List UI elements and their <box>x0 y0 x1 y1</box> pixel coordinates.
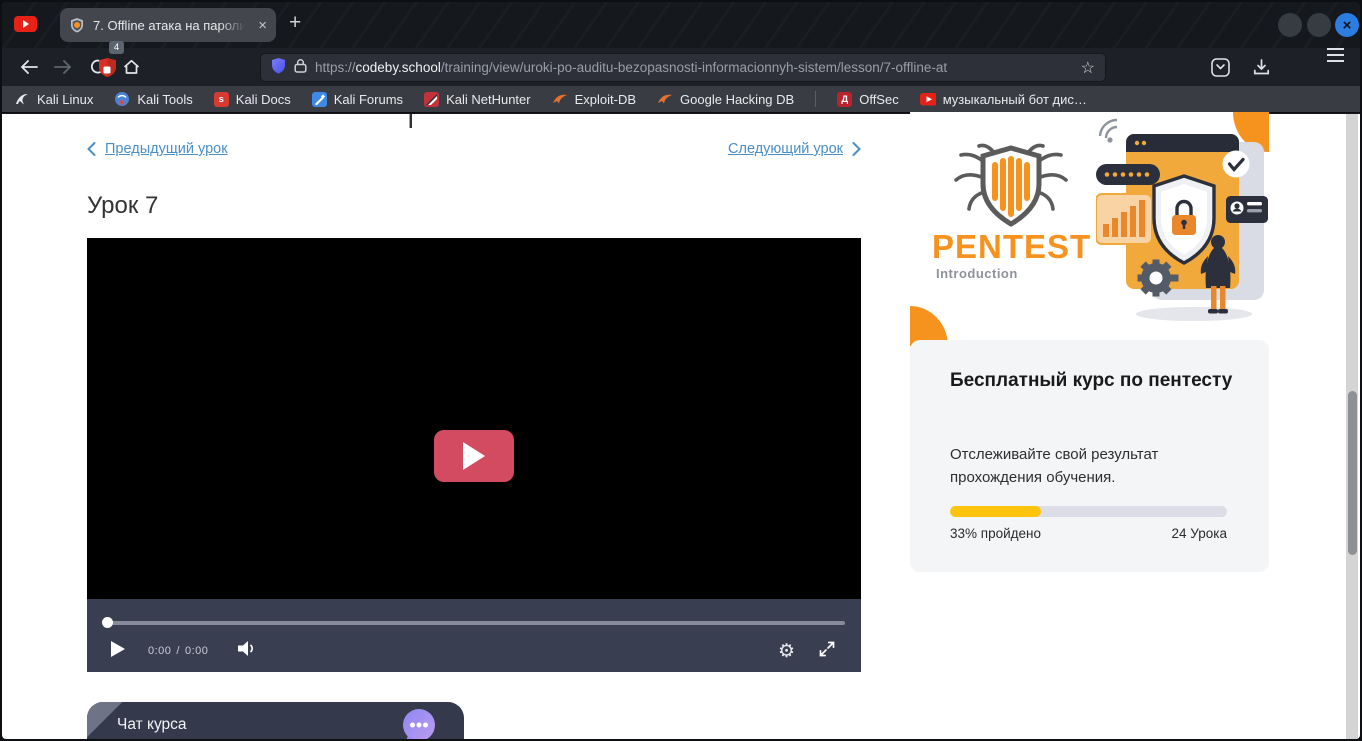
chevron-left-icon <box>87 142 96 156</box>
play-button[interactable] <box>111 641 125 662</box>
lesson-navigation: Предыдущий урок Следующий урок <box>87 141 861 157</box>
video-seek-bar[interactable] <box>103 621 845 625</box>
pentest-spider-shield-logo <box>950 140 1072 233</box>
tracking-protection-shield-icon[interactable] <box>271 57 286 79</box>
codeby-favicon-icon <box>69 17 85 33</box>
pocket-icon[interactable] <box>1211 48 1230 86</box>
pentest-brand-text: PENTEST <box>932 228 1091 266</box>
course-banner[interactable]: PENTEST Introduction <box>910 112 1269 346</box>
kali-tools-icon <box>114 91 130 107</box>
kali-forums-icon <box>312 92 327 107</box>
window-maximize-button[interactable] <box>1307 13 1331 37</box>
bookmark-star-icon[interactable]: ☆ <box>1081 58 1095 78</box>
video-big-play-button[interactable] <box>434 430 514 482</box>
page-content: Предыдущий урок Следующий урок Урок 7 <box>2 114 1360 739</box>
course-progress-fill <box>950 506 1041 517</box>
chat-title: Чат курса <box>117 716 187 734</box>
scrollbar-thumb[interactable] <box>1348 391 1357 555</box>
browser-window: 7. Offline атака на пароли × + × <box>0 0 1362 741</box>
youtube-icon <box>23 20 29 28</box>
bookmark-kali-tools[interactable]: Kali Tools <box>114 91 192 107</box>
menu-hamburger-icon[interactable] <box>1327 48 1344 86</box>
window-close-button[interactable]: × <box>1335 13 1359 37</box>
chevron-right-icon <box>852 142 861 156</box>
new-tab-button[interactable]: + <box>289 11 301 35</box>
tab-close-icon[interactable]: × <box>258 18 267 33</box>
titlebar: 7. Offline атака на пароли × + × <box>2 2 1360 48</box>
url-bar[interactable]: https://codeby.school/training/view/urok… <box>260 53 1106 82</box>
bookmarks-bar: Kali Linux Kali Tools s Kali Docs Kali F… <box>2 86 1360 113</box>
bookmark-google-hacking-db[interactable]: Google Hacking DB <box>657 91 794 107</box>
volume-icon[interactable] <box>238 640 258 662</box>
bookmark-kali-docs[interactable]: s Kali Docs <box>214 92 291 107</box>
home-icon[interactable] <box>114 52 148 82</box>
chat-bubble-icon[interactable] <box>400 708 438 741</box>
progress-percent-label: 33% пройдено <box>950 526 1041 541</box>
nav-toolbar: https://codeby.school/training/view/urok… <box>2 48 1360 86</box>
bookmark-exploit-db[interactable]: Exploit-DB <box>552 91 636 107</box>
pinned-tab-youtube[interactable] <box>14 16 37 32</box>
course-chat-widget[interactable]: Чат курса <box>87 702 464 741</box>
kali-dragon-icon <box>14 91 30 107</box>
video-controls-bar: 0:00/0:00 ⚙ <box>87 599 861 672</box>
bookmark-kali-forums[interactable]: Kali Forums <box>312 92 403 107</box>
url-text: https://codeby.school/training/view/urok… <box>315 60 1073 75</box>
course-card-description: Отслеживайте свой результат прохождения … <box>950 444 1235 489</box>
extension-badge: 4 <box>109 41 124 54</box>
previous-lesson-link[interactable]: Предыдущий урок <box>87 141 228 157</box>
kali-nethunter-icon <box>424 92 439 107</box>
forward-icon[interactable] <box>46 52 80 82</box>
active-tab[interactable]: 7. Offline атака на пароли × <box>60 8 276 42</box>
seek-handle[interactable] <box>102 617 113 628</box>
adblock-extension-icon[interactable]: 4 <box>98 48 117 86</box>
partial-scrolled-element <box>409 114 412 128</box>
page-scrollbar[interactable] <box>1346 114 1358 739</box>
download-icon[interactable] <box>1253 48 1270 86</box>
lock-icon[interactable] <box>294 58 307 78</box>
google-hacking-db-icon <box>657 91 673 107</box>
lesson-title: Урок 7 <box>87 192 158 220</box>
course-card-title: Бесплатный курс по пентесту <box>950 368 1235 393</box>
bookmark-music-bot[interactable]: музыкальный бот дис… <box>920 91 1087 107</box>
youtube-icon <box>920 91 936 107</box>
pentest-subtitle-text: Introduction <box>936 266 1018 281</box>
window-minimize-button[interactable] <box>1278 13 1302 37</box>
lessons-count-label: 24 Урока <box>1172 526 1227 541</box>
bookmarks-separator <box>815 91 816 107</box>
settings-gear-icon[interactable]: ⚙ <box>778 642 795 661</box>
video-screen[interactable] <box>87 238 861 599</box>
offsec-icon: Д <box>837 92 852 107</box>
kali-docs-icon: s <box>214 92 229 107</box>
next-lesson-link[interactable]: Следующий урок <box>728 141 861 157</box>
security-illustration <box>1096 116 1268 329</box>
bookmark-kali-linux[interactable]: Kali Linux <box>14 91 93 107</box>
bookmark-kali-nethunter[interactable]: Kali NetHunter <box>424 92 531 107</box>
back-icon[interactable] <box>12 52 46 82</box>
video-time: 0:00/0:00 <box>148 645 208 657</box>
course-progress-bar <box>950 506 1227 517</box>
video-player: 0:00/0:00 ⚙ <box>87 238 861 672</box>
exploit-db-icon <box>552 91 568 107</box>
play-icon <box>462 442 486 470</box>
course-progress-card: Бесплатный курс по пентесту Отслеживайте… <box>910 340 1269 572</box>
tab-title: 7. Offline атака на пароли <box>93 18 245 33</box>
bookmark-offsec[interactable]: Д OffSec <box>837 92 899 107</box>
fullscreen-icon[interactable] <box>819 641 835 662</box>
